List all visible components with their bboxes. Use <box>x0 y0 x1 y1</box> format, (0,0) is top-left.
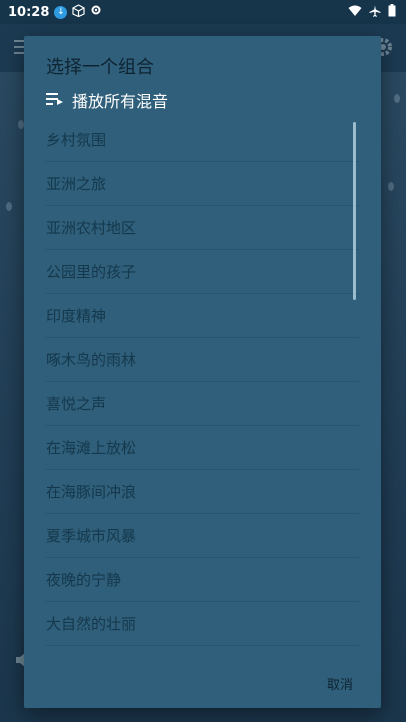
list-item[interactable]: 大自然的壮丽 <box>46 602 359 646</box>
wifi-icon <box>348 5 362 17</box>
cube-icon <box>72 3 85 21</box>
list-item[interactable]: 亚洲之旅 <box>46 162 359 206</box>
combination-list[interactable]: 乡村氛围 亚洲之旅 亚洲农村地区 公园里的孩子 印度精神 啄木鸟的雨林 喜悦之声… <box>24 118 381 684</box>
list-item[interactable]: 喜悦之声 <box>46 382 359 426</box>
list-item[interactable]: 公园里的孩子 <box>46 250 359 294</box>
status-bar: 10:28 ↓ <box>0 0 406 24</box>
battery-icon <box>388 4 396 17</box>
list-item[interactable]: 乡村氛围 <box>46 118 359 162</box>
play-all-label: 播放所有混音 <box>72 92 169 111</box>
airplane-icon <box>369 5 381 17</box>
play-all-mixes-button[interactable]: 播放所有混音 <box>46 88 168 112</box>
list-item[interactable]: 夏季城市风暴 <box>46 514 359 558</box>
list-item[interactable]: 夜晚的宁静 <box>46 558 359 602</box>
select-combination-dialog: 选择一个组合 播放所有混音 乡村氛围 亚洲之旅 亚洲农村地区 公园里的孩子 印度… <box>24 36 381 708</box>
status-time: 10:28 <box>8 4 50 20</box>
list-scrollbar[interactable] <box>353 122 356 300</box>
dialog-title: 选择一个组合 <box>46 57 154 78</box>
list-item[interactable]: 亚洲农村地区 <box>46 206 359 250</box>
playlist-play-icon <box>46 91 64 110</box>
settings-gear-icon <box>90 4 102 20</box>
list-item[interactable]: 啄木鸟的雨林 <box>46 338 359 382</box>
cancel-button[interactable]: 取消 <box>325 670 355 697</box>
list-item[interactable]: 在海豚间冲浪 <box>46 470 359 514</box>
raindrop-decoration <box>388 182 394 191</box>
raindrop-decoration <box>6 202 12 211</box>
raindrop-decoration <box>394 94 400 103</box>
download-icon: ↓ <box>54 5 68 19</box>
list-item[interactable]: 在海滩上放松 <box>46 426 359 470</box>
list-item[interactable]: 印度精神 <box>46 294 359 338</box>
